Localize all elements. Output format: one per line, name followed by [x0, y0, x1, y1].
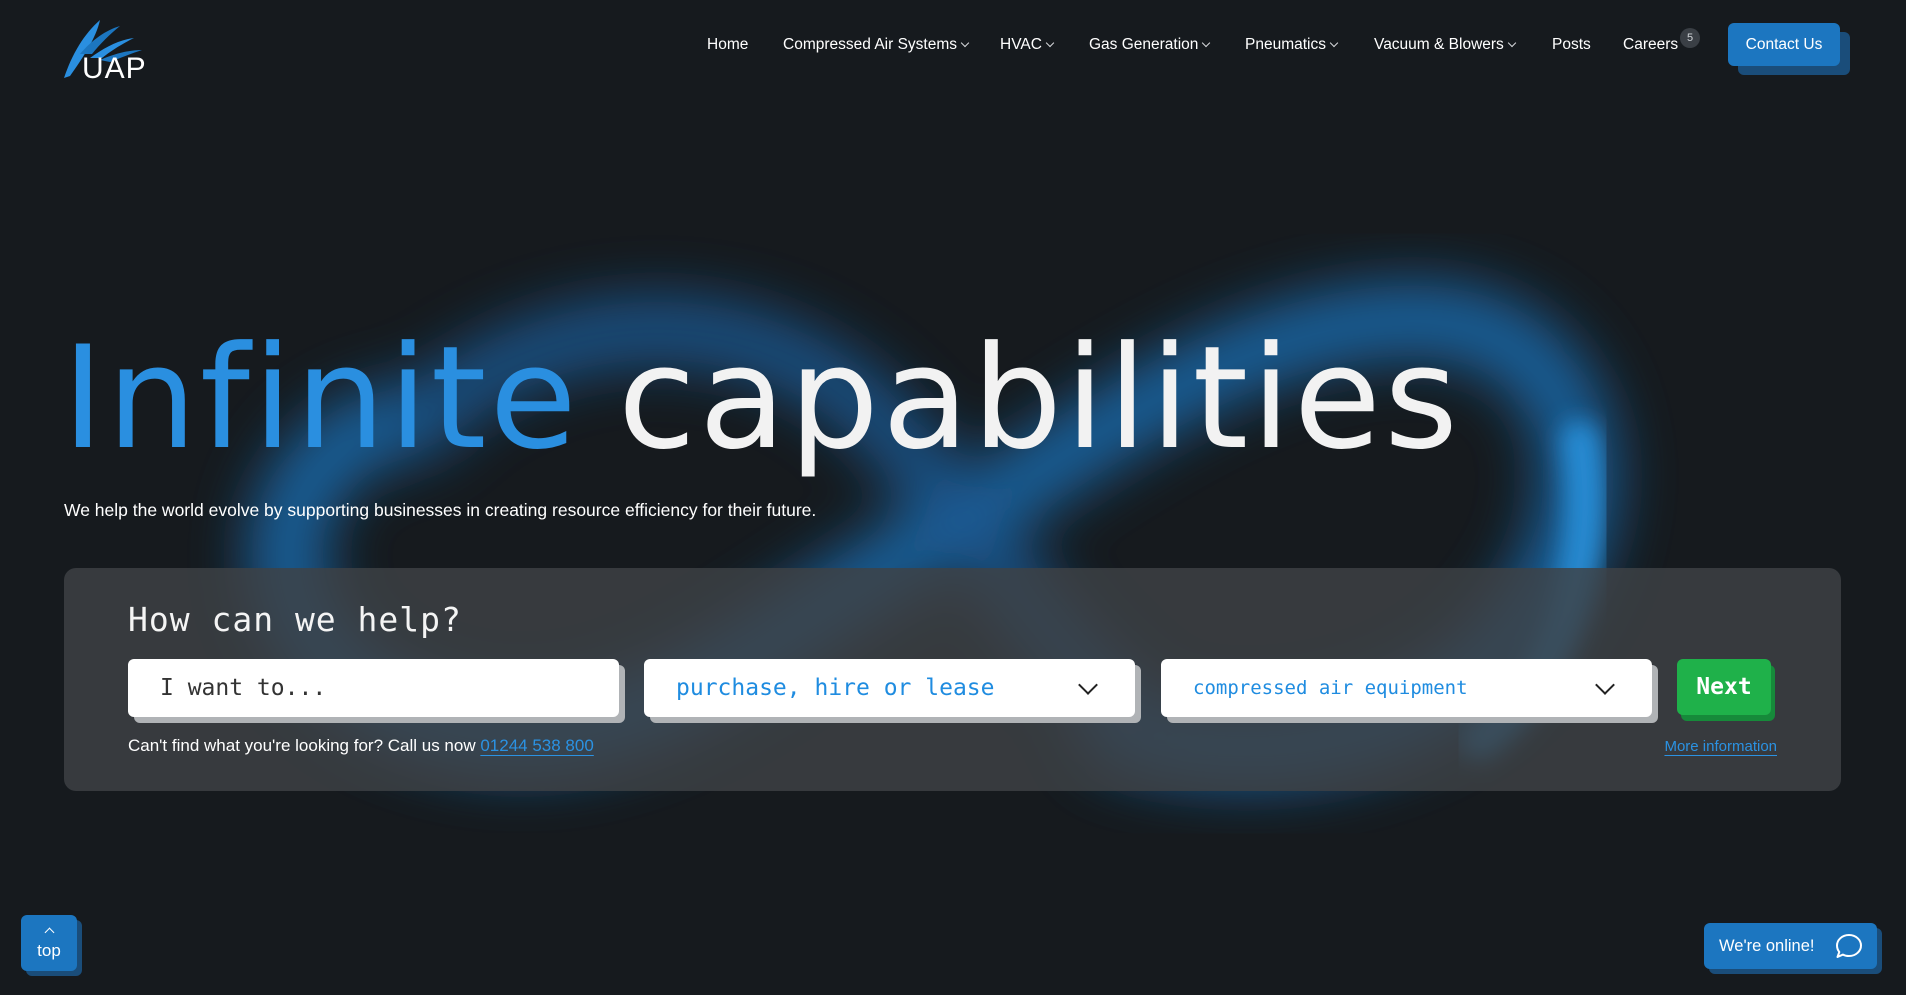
hero-title-main: capabilities [617, 316, 1462, 481]
nav-label: HVAC [1000, 36, 1042, 53]
hero-title: Infinite capabilities [62, 328, 1461, 470]
help-panel: How can we help? I want to... purchase, … [64, 568, 1841, 791]
more-information-link[interactable]: More information [1664, 738, 1777, 755]
intent-field[interactable]: I want to... [128, 659, 619, 717]
nav-label: Pneumatics [1245, 36, 1326, 53]
chevron-down-icon [1045, 38, 1055, 48]
nav-label: Posts [1552, 36, 1591, 53]
chat-label: We're online! [1719, 936, 1815, 955]
nav-item-careers[interactable]: Careers [1623, 36, 1678, 54]
help-footer: Can't find what you're looking for? Call… [128, 736, 594, 756]
help-footer-text: Can't find what you're looking for? Call… [128, 736, 481, 755]
nav-item-vacuum-blowers[interactable]: Vacuum & Blowers [1374, 36, 1517, 54]
next-button[interactable]: Next [1677, 659, 1771, 715]
chevron-down-icon [1507, 38, 1517, 48]
chat-widget-button[interactable]: We're online! [1704, 923, 1877, 969]
chevron-down-icon [1329, 38, 1339, 48]
top-label: top [37, 941, 61, 960]
hero-subtitle: We help the world evolve by supporting b… [64, 500, 817, 520]
category-select[interactable]: compressed air equipment [1161, 659, 1652, 717]
nav-label: Vacuum & Blowers [1374, 36, 1504, 53]
chevron-up-icon [44, 927, 54, 938]
action-select[interactable]: purchase, hire or lease [644, 659, 1135, 717]
phone-link[interactable]: 01244 538 800 [480, 736, 593, 755]
nav-item-hvac[interactable]: HVAC [1000, 36, 1055, 54]
chat-bubble-icon [1836, 934, 1862, 958]
main-navigation: Home Compressed Air Systems HVAC Gas Gen… [0, 36, 1906, 60]
action-select-value: purchase, hire or lease [676, 675, 995, 701]
careers-count-badge: 5 [1680, 28, 1700, 48]
nav-item-posts[interactable]: Posts [1552, 36, 1591, 54]
chevron-down-icon [1595, 675, 1615, 695]
nav-label: Gas Generation [1089, 36, 1199, 53]
intent-field-value: I want to... [160, 675, 327, 701]
page: UAP Home Compressed Air Systems HVAC Gas… [0, 0, 1906, 995]
chevron-down-icon [960, 38, 970, 48]
chevron-down-icon [1078, 675, 1098, 695]
nav-label: Compressed Air Systems [783, 36, 957, 53]
nav-label: Careers [1623, 36, 1679, 53]
nav-label: Home [707, 36, 749, 53]
infinity-glow-background [251, 284, 1615, 783]
nav-item-pneumatics[interactable]: Pneumatics [1245, 36, 1339, 54]
chevron-down-icon [1202, 38, 1211, 48]
scroll-to-top-button[interactable]: top [21, 915, 77, 971]
nav-item-home[interactable]: Home [707, 36, 748, 54]
help-title: How can we help? [128, 600, 462, 639]
contact-us-button[interactable]: Contact Us [1728, 23, 1840, 66]
nav-item-compressed-air-systems[interactable]: Compressed Air Systems [783, 36, 970, 54]
nav-item-gas-generation[interactable]: Gas Generation [1089, 36, 1211, 54]
category-select-value: compressed air equipment [1193, 677, 1468, 699]
hero-title-highlight: Infinite [62, 316, 580, 481]
